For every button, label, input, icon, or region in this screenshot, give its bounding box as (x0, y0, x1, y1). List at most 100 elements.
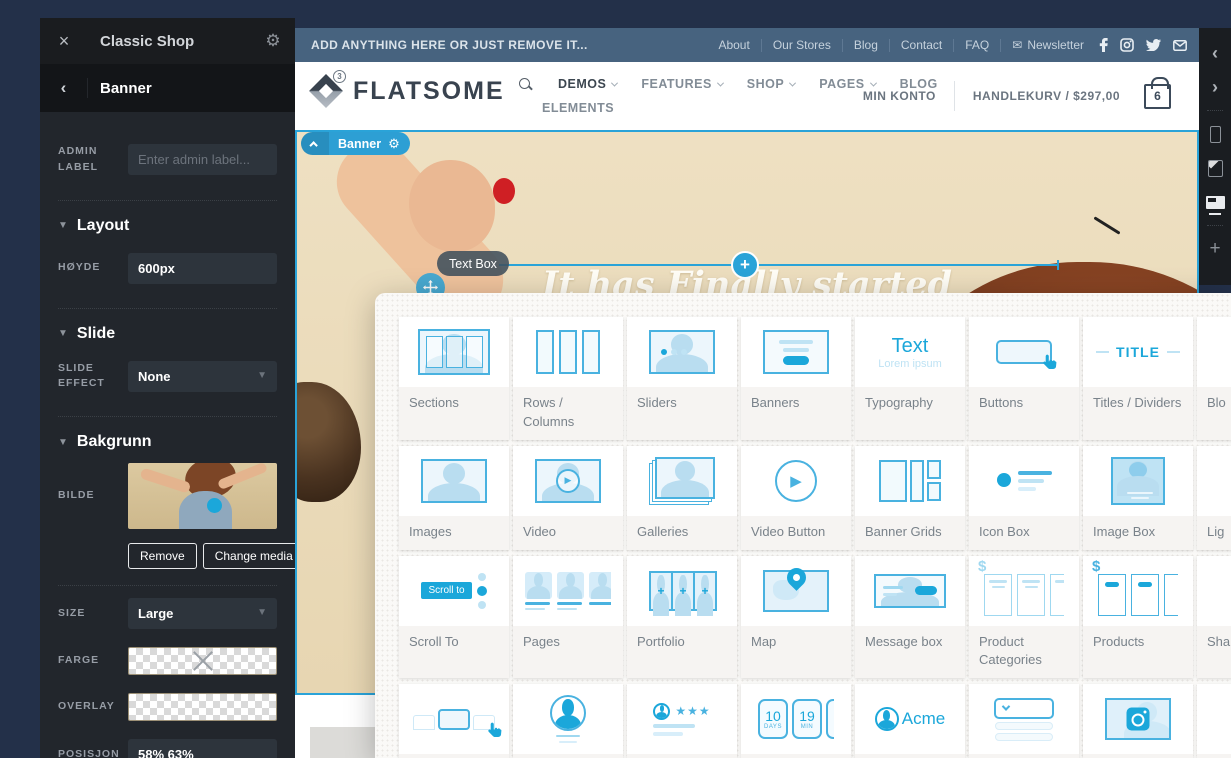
element-tile-logo[interactable]: AcmeLogo (855, 684, 965, 758)
posisjon-input[interactable] (128, 739, 277, 758)
size-value: Large (138, 606, 173, 621)
size-label: SIZE (58, 606, 128, 622)
element-tile-galleries[interactable]: Galleries (627, 446, 737, 550)
element-tile-typography[interactable]: TextLorem ipsumTypography (855, 317, 965, 440)
element-tile-products[interactable]: $Products (1083, 556, 1193, 679)
chevron-right-icon[interactable]: › (1199, 70, 1231, 104)
element-tile-countdown[interactable]: 10DAYS19MINCountdown (741, 684, 851, 758)
newsletter-link[interactable]: ✉ Newsletter (1001, 38, 1095, 52)
thumb-figure-arm (140, 467, 191, 493)
tile-label: Banners (741, 387, 851, 440)
focal-point-marker[interactable] (207, 498, 222, 513)
element-tile-video-button[interactable]: ▶Video Button (741, 446, 851, 550)
portfolio-icon: +++ (627, 556, 737, 626)
desktop-device-icon[interactable] (1199, 185, 1231, 219)
element-tile-buttons[interactable]: Buttons (969, 317, 1079, 440)
element-tile-titles-dividers[interactable]: TITLETitles / Dividers (1083, 317, 1193, 440)
element-tile-team-member[interactable]: Team Member (513, 684, 623, 758)
element-tile-accordion[interactable]: Accordion (969, 684, 1079, 758)
add-element-button[interactable]: + (731, 251, 759, 279)
back-icon[interactable]: ‹ (40, 78, 88, 98)
section-bakgrunn[interactable]: ▼ Bakgrunn (40, 417, 295, 451)
element-tile-portfolio[interactable]: +++Portfolio (627, 556, 737, 679)
menu-item-features[interactable]: FEATURES (641, 77, 722, 91)
overlay-swatch-empty[interactable] (128, 693, 277, 721)
element-tile-lig[interactable]: $Lig (1197, 446, 1231, 550)
element-tile-tabs[interactable]: Tabs (399, 684, 509, 758)
tile-label: Tabs (399, 754, 509, 758)
chevron-down-icon: ▼ (257, 370, 267, 381)
topbar-link-contact[interactable]: Contact (890, 38, 953, 52)
change-media-button[interactable]: Change media (203, 543, 295, 569)
topbar-link-blog[interactable]: Blog (843, 38, 889, 52)
banner-badge[interactable]: Banner ⚙ (301, 132, 410, 155)
person-silhouette-icon (525, 572, 552, 599)
tablet-device-icon[interactable] (1199, 151, 1231, 185)
typography-icon: TextLorem ipsum (855, 317, 965, 387)
messagebox-icon (855, 556, 965, 626)
close-icon[interactable]: × (40, 31, 88, 52)
tile-label: Accordion (969, 754, 1079, 758)
divider (1207, 225, 1223, 226)
element-tile-rows-columns[interactable]: Rows / Columns (513, 317, 623, 440)
divider (1207, 110, 1223, 111)
element-tile-banners[interactable]: Banners (741, 317, 851, 440)
email-icon[interactable] (1173, 40, 1187, 51)
twitter-icon[interactable] (1146, 39, 1161, 51)
remove-button[interactable]: Remove (128, 543, 197, 569)
search-icon[interactable] (519, 78, 532, 91)
collapse-icon[interactable] (301, 132, 329, 155)
size-select[interactable]: Large ▼ (128, 598, 277, 629)
element-tile-scroll-to[interactable]: Scroll toScroll To (399, 556, 509, 679)
element-tile-product-categories[interactable]: $Product Categories (969, 556, 1079, 679)
admin-label-input[interactable] (128, 144, 277, 175)
element-tile-image-box[interactable]: Image Box (1083, 446, 1193, 550)
cart-bag-icon[interactable]: 6 (1144, 84, 1171, 109)
menu-item-demos[interactable]: DEMOS (558, 77, 617, 91)
menu-item-label: PAGES (819, 77, 864, 91)
topbar-link-about[interactable]: About (707, 38, 760, 52)
facebook-icon[interactable] (1099, 38, 1108, 52)
chevron-left-icon[interactable]: ‹ (1199, 36, 1231, 70)
element-tile-banner-grids[interactable]: Banner Grids (855, 446, 965, 550)
menu-item-label: FEATURES (641, 77, 711, 91)
element-tile-sections[interactable]: Sections (399, 317, 509, 440)
element-tile-sliders[interactable]: Sliders (627, 317, 737, 440)
tile-label: Video (513, 516, 623, 550)
element-tile-icon-box[interactable]: Icon Box (969, 446, 1079, 550)
cart-link[interactable]: HANDLEKURV / $297,00 (973, 89, 1120, 103)
background-image-thumbnail[interactable] (128, 463, 277, 529)
section-title: Slide (77, 325, 115, 343)
plus-icon[interactable]: + (1199, 232, 1231, 266)
element-tile-pages[interactable]: Pages (513, 556, 623, 679)
slide-effect-select[interactable]: None ▼ (128, 361, 277, 392)
flatsome-logo[interactable]: 3 FLATSOME (311, 76, 505, 106)
element-tile-grid: SectionsRows / ColumnsSlidersBannersText… (375, 293, 1231, 758)
gear-icon[interactable]: ⚙ (251, 31, 295, 51)
topbar-link-our-stores[interactable]: Our Stores (762, 38, 842, 52)
element-tile-video[interactable]: ▶Video (513, 446, 623, 550)
element-tile-map[interactable]: Map (741, 556, 851, 679)
element-tile-message-box[interactable]: Message box (855, 556, 965, 679)
element-tile-instagram-feed[interactable]: Instagram feed (1083, 684, 1193, 758)
section-layout[interactable]: ▼ Layout (40, 201, 295, 235)
element-tile-sha-ico[interactable]: Sha ico (1197, 556, 1231, 679)
element-tile-blo[interactable]: Blo (1197, 317, 1231, 440)
account-link[interactable]: MIN KONTO (863, 89, 936, 103)
tile-label: Message box (855, 626, 965, 679)
menu-item-shop[interactable]: SHOP (747, 77, 795, 91)
ux-builder-app: × Classic Shop ⚙ ‹ Banner ADMIN LABEL ▼ … (0, 0, 1231, 758)
hoyde-input[interactable] (128, 253, 277, 284)
element-tile-images[interactable]: Images (399, 446, 509, 550)
gear-icon[interactable]: ⚙ (388, 136, 410, 152)
divider (954, 81, 955, 111)
topbar-link-faq[interactable]: FAQ (954, 38, 1000, 52)
sections-icon (399, 317, 509, 387)
section-slide[interactable]: ▼ Slide (40, 309, 295, 343)
phone-device-icon[interactable] (1199, 117, 1231, 151)
tabs-icon (399, 684, 509, 754)
element-tile-sea[interactable]: Sea (1197, 684, 1231, 758)
element-tile-testimonials[interactable]: ★★★Testimonials (627, 684, 737, 758)
instagram-icon[interactable] (1120, 38, 1134, 52)
color-swatch-empty[interactable] (128, 647, 277, 675)
